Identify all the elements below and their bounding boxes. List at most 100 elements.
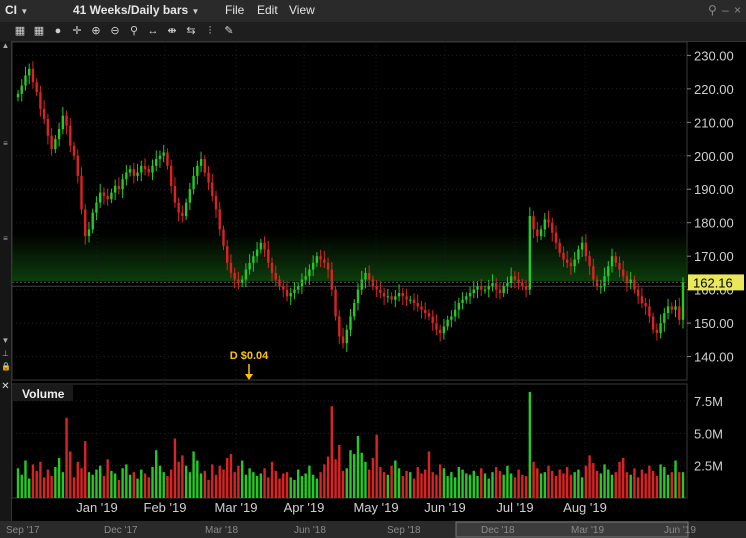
volume-bar xyxy=(293,479,296,498)
volume-bar xyxy=(431,472,434,498)
candle-body xyxy=(166,152,169,166)
volume-bar xyxy=(57,457,61,498)
candle-body xyxy=(203,159,206,173)
x-tick-label: Aug '19 xyxy=(563,500,607,515)
volume-bar xyxy=(536,468,539,498)
volume-bar xyxy=(278,478,281,498)
volume-bar xyxy=(248,468,251,498)
volume-bar xyxy=(648,465,651,498)
volume-bar xyxy=(255,476,259,498)
volume-bar xyxy=(517,469,520,498)
x-tick-label: Jan '19 xyxy=(76,500,118,515)
candle-body xyxy=(681,282,685,320)
candle-body xyxy=(106,195,109,200)
volume-bar xyxy=(592,463,595,498)
y-tick-label: 180.00 xyxy=(694,216,734,231)
volume-bar xyxy=(80,468,83,498)
volume-bar xyxy=(244,474,248,498)
candle-body xyxy=(539,229,543,237)
price-chart[interactable]: 230.00 220.00 210.00 200.00 190.00 180.00 170.… xyxy=(0,0,746,538)
candle-body xyxy=(46,118,50,136)
candle-body xyxy=(233,272,236,280)
volume-bar xyxy=(270,461,274,498)
candle-body xyxy=(181,212,184,217)
volume-bar xyxy=(442,468,446,498)
volume-bar xyxy=(338,445,341,498)
volume-bar xyxy=(95,469,98,498)
volume-bar xyxy=(308,465,311,498)
candle-body xyxy=(607,266,610,277)
candle-body xyxy=(308,269,311,277)
candle-body xyxy=(468,292,472,297)
volume-bar xyxy=(521,474,524,498)
candle-body xyxy=(69,125,72,146)
volume-bar xyxy=(450,472,453,498)
candle-body xyxy=(521,282,524,287)
candle-body xyxy=(663,313,666,324)
candle-body xyxy=(412,299,416,304)
volume-bar xyxy=(289,477,292,498)
dividend-label: D $0.04 xyxy=(230,350,269,362)
volume-bar xyxy=(211,464,214,498)
volume-bar xyxy=(595,470,599,498)
candle-body xyxy=(465,296,468,300)
candle-body xyxy=(143,165,147,170)
candle-body xyxy=(547,219,550,223)
candle-body xyxy=(196,165,199,176)
volume-bar xyxy=(610,474,614,498)
volume-bar xyxy=(528,392,532,498)
candle-body xyxy=(397,292,401,297)
volume-bar xyxy=(39,461,42,498)
volume-bar xyxy=(453,477,457,498)
candle-body xyxy=(136,172,139,176)
volume-bar xyxy=(181,455,184,498)
candle-body xyxy=(435,323,438,330)
x-tick-label: Jul '19 xyxy=(496,500,533,515)
candle-body xyxy=(457,303,461,310)
volume-bar xyxy=(184,465,188,498)
volume-bar xyxy=(304,473,307,498)
candle-body xyxy=(184,202,188,217)
volume-bar xyxy=(31,464,35,498)
volume-bar xyxy=(367,469,371,498)
volume-tick-label: 5.0M xyxy=(694,426,723,441)
candle-body xyxy=(311,262,315,270)
candle-body xyxy=(636,289,640,297)
volume-bar xyxy=(539,473,543,498)
volume-bar xyxy=(659,464,662,498)
volume-bar xyxy=(468,474,472,498)
y-tick-label: 230.00 xyxy=(694,48,734,63)
volume-bar xyxy=(158,465,162,498)
volume-bar xyxy=(353,454,356,498)
volume-bar xyxy=(495,466,498,498)
volume-bar xyxy=(629,474,632,498)
candle-body xyxy=(35,82,38,93)
price-tag-label: 162.16 xyxy=(693,275,733,290)
y-tick-label: 140.00 xyxy=(694,350,734,365)
candle-body xyxy=(476,286,479,290)
candle-body xyxy=(177,202,180,213)
candle-body xyxy=(98,192,102,203)
candle-body xyxy=(491,282,494,287)
volume-bar xyxy=(125,464,128,498)
volume-bar xyxy=(132,472,136,498)
candle-body xyxy=(263,242,266,250)
candle-body xyxy=(524,286,528,290)
candle-body xyxy=(121,179,124,190)
volume-bar xyxy=(573,472,576,498)
volume-bar xyxy=(341,470,345,498)
volume-bar xyxy=(188,472,192,498)
candle-body xyxy=(155,159,158,166)
volume-bar xyxy=(644,473,647,498)
candle-body xyxy=(427,313,431,317)
volume-bar xyxy=(607,469,610,498)
candle-body xyxy=(614,256,617,263)
volume-bar xyxy=(565,466,569,498)
candle-body xyxy=(188,189,192,203)
candle-body xyxy=(584,242,588,257)
volume-bar xyxy=(267,477,270,498)
volume-bar xyxy=(226,457,229,498)
volume-bar xyxy=(513,477,517,498)
candle-body xyxy=(356,289,360,304)
candle-body xyxy=(450,316,453,320)
